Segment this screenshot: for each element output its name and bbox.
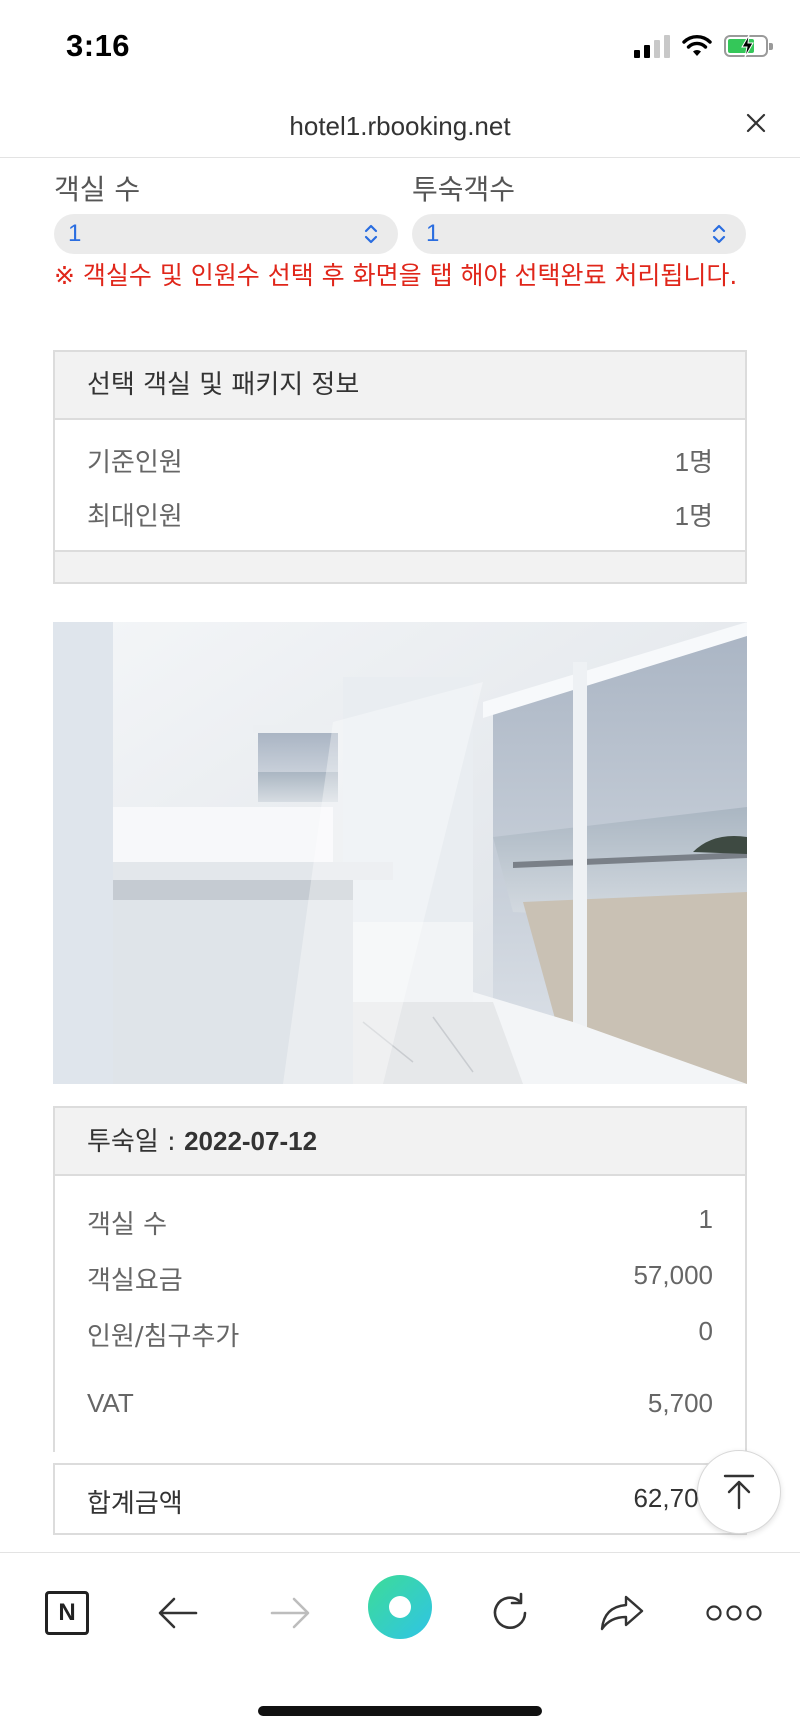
info-label: 기준인원: [87, 448, 183, 478]
forward-button[interactable]: [260, 1583, 320, 1643]
arrow-up-bar-icon: [723, 1474, 755, 1510]
selection-notice: ※ 객실수 및 인원수 선택 후 화면을 탭 해야 선택완료 처리됩니다.: [54, 261, 738, 290]
green-dot-button[interactable]: [368, 1575, 432, 1639]
info-value: 1명: [674, 447, 713, 477]
arrow-right-icon: [270, 1597, 310, 1629]
room-count-label: 객실 수: [54, 173, 141, 206]
url-text[interactable]: hotel1.rbooking.net: [0, 111, 800, 142]
info-row-max-guests: 최대인원 1명: [55, 486, 745, 540]
summary-row-vat: VAT 5,700: [55, 1378, 745, 1434]
stay-date-header: 투숙일 : 2022-07-12: [55, 1108, 745, 1176]
refresh-icon: [493, 1592, 527, 1629]
total-row: 합계금액 62,700: [55, 1465, 745, 1533]
summary-row-extra: 인원/침구추가 0: [55, 1306, 745, 1378]
summary-row-room-count: 객실 수 1: [55, 1194, 745, 1250]
summary-label: 객실 수: [87, 1210, 168, 1240]
guest-count-value: 1: [426, 220, 440, 247]
summary-value: 1: [698, 1204, 713, 1234]
status-icons: [634, 34, 773, 58]
summary-label: 객실요금: [87, 1266, 183, 1296]
total-panel: 합계금액 62,700: [53, 1463, 747, 1535]
info-row-standard-guests: 기준인원 1명: [55, 432, 745, 486]
summary-value: 5,700: [647, 1388, 713, 1418]
summary-value: 57,000: [633, 1260, 713, 1290]
summary-value: 0: [698, 1316, 713, 1346]
room-count-value: 1: [68, 220, 82, 247]
room-info-footer: [55, 550, 745, 582]
stay-date-label: 투숙일 :: [87, 1127, 185, 1157]
guest-count-select[interactable]: 1: [412, 214, 746, 254]
info-label: 최대인원: [87, 502, 183, 532]
summary-row-room-rate: 객실요금 57,000: [55, 1250, 745, 1306]
naver-home-button[interactable]: N: [37, 1583, 97, 1643]
share-button[interactable]: [592, 1583, 652, 1643]
green-dot-icon: [389, 1596, 411, 1618]
more-dots-icon: [706, 1605, 762, 1621]
battery-icon: [724, 34, 773, 58]
booking-summary-panel: 투숙일 : 2022-07-12 객실 수 1 객실요금 57,000 인원/침…: [53, 1106, 747, 1452]
status-time: 3:16: [66, 28, 131, 63]
scroll-to-top-button[interactable]: [697, 1450, 781, 1534]
refresh-button[interactable]: [480, 1583, 540, 1643]
room-info-title: 선택 객실 및 패키지 정보: [55, 352, 745, 420]
back-button[interactable]: [148, 1583, 208, 1643]
room-info-panel: 선택 객실 및 패키지 정보 기준인원 1명 최대인원 1명: [53, 350, 747, 584]
room-photo: [53, 622, 747, 1084]
chevron-updown-icon: [712, 224, 726, 244]
info-value: 1명: [674, 501, 713, 531]
naver-logo-icon: N: [45, 1591, 89, 1635]
wifi-icon: [682, 35, 712, 56]
browser-url-bar: hotel1.rbooking.net: [0, 95, 800, 158]
stay-date-value: 2022-07-12: [184, 1126, 318, 1156]
summary-label: VAT: [87, 1388, 134, 1418]
summary-label: 인원/침구추가: [87, 1322, 240, 1352]
arrow-left-icon: [158, 1597, 198, 1629]
status-bar: 3:16: [0, 0, 800, 95]
share-arrow-icon: [600, 1595, 644, 1631]
more-button[interactable]: [704, 1583, 764, 1643]
guest-count-label: 투숙객수: [412, 173, 516, 206]
cellular-signal-icon: [634, 34, 670, 58]
home-indicator: [258, 1706, 542, 1716]
room-count-select[interactable]: 1: [54, 214, 398, 254]
chevron-updown-icon: [364, 224, 378, 244]
close-icon[interactable]: [742, 109, 770, 137]
total-label: 합계금액: [87, 1489, 183, 1519]
